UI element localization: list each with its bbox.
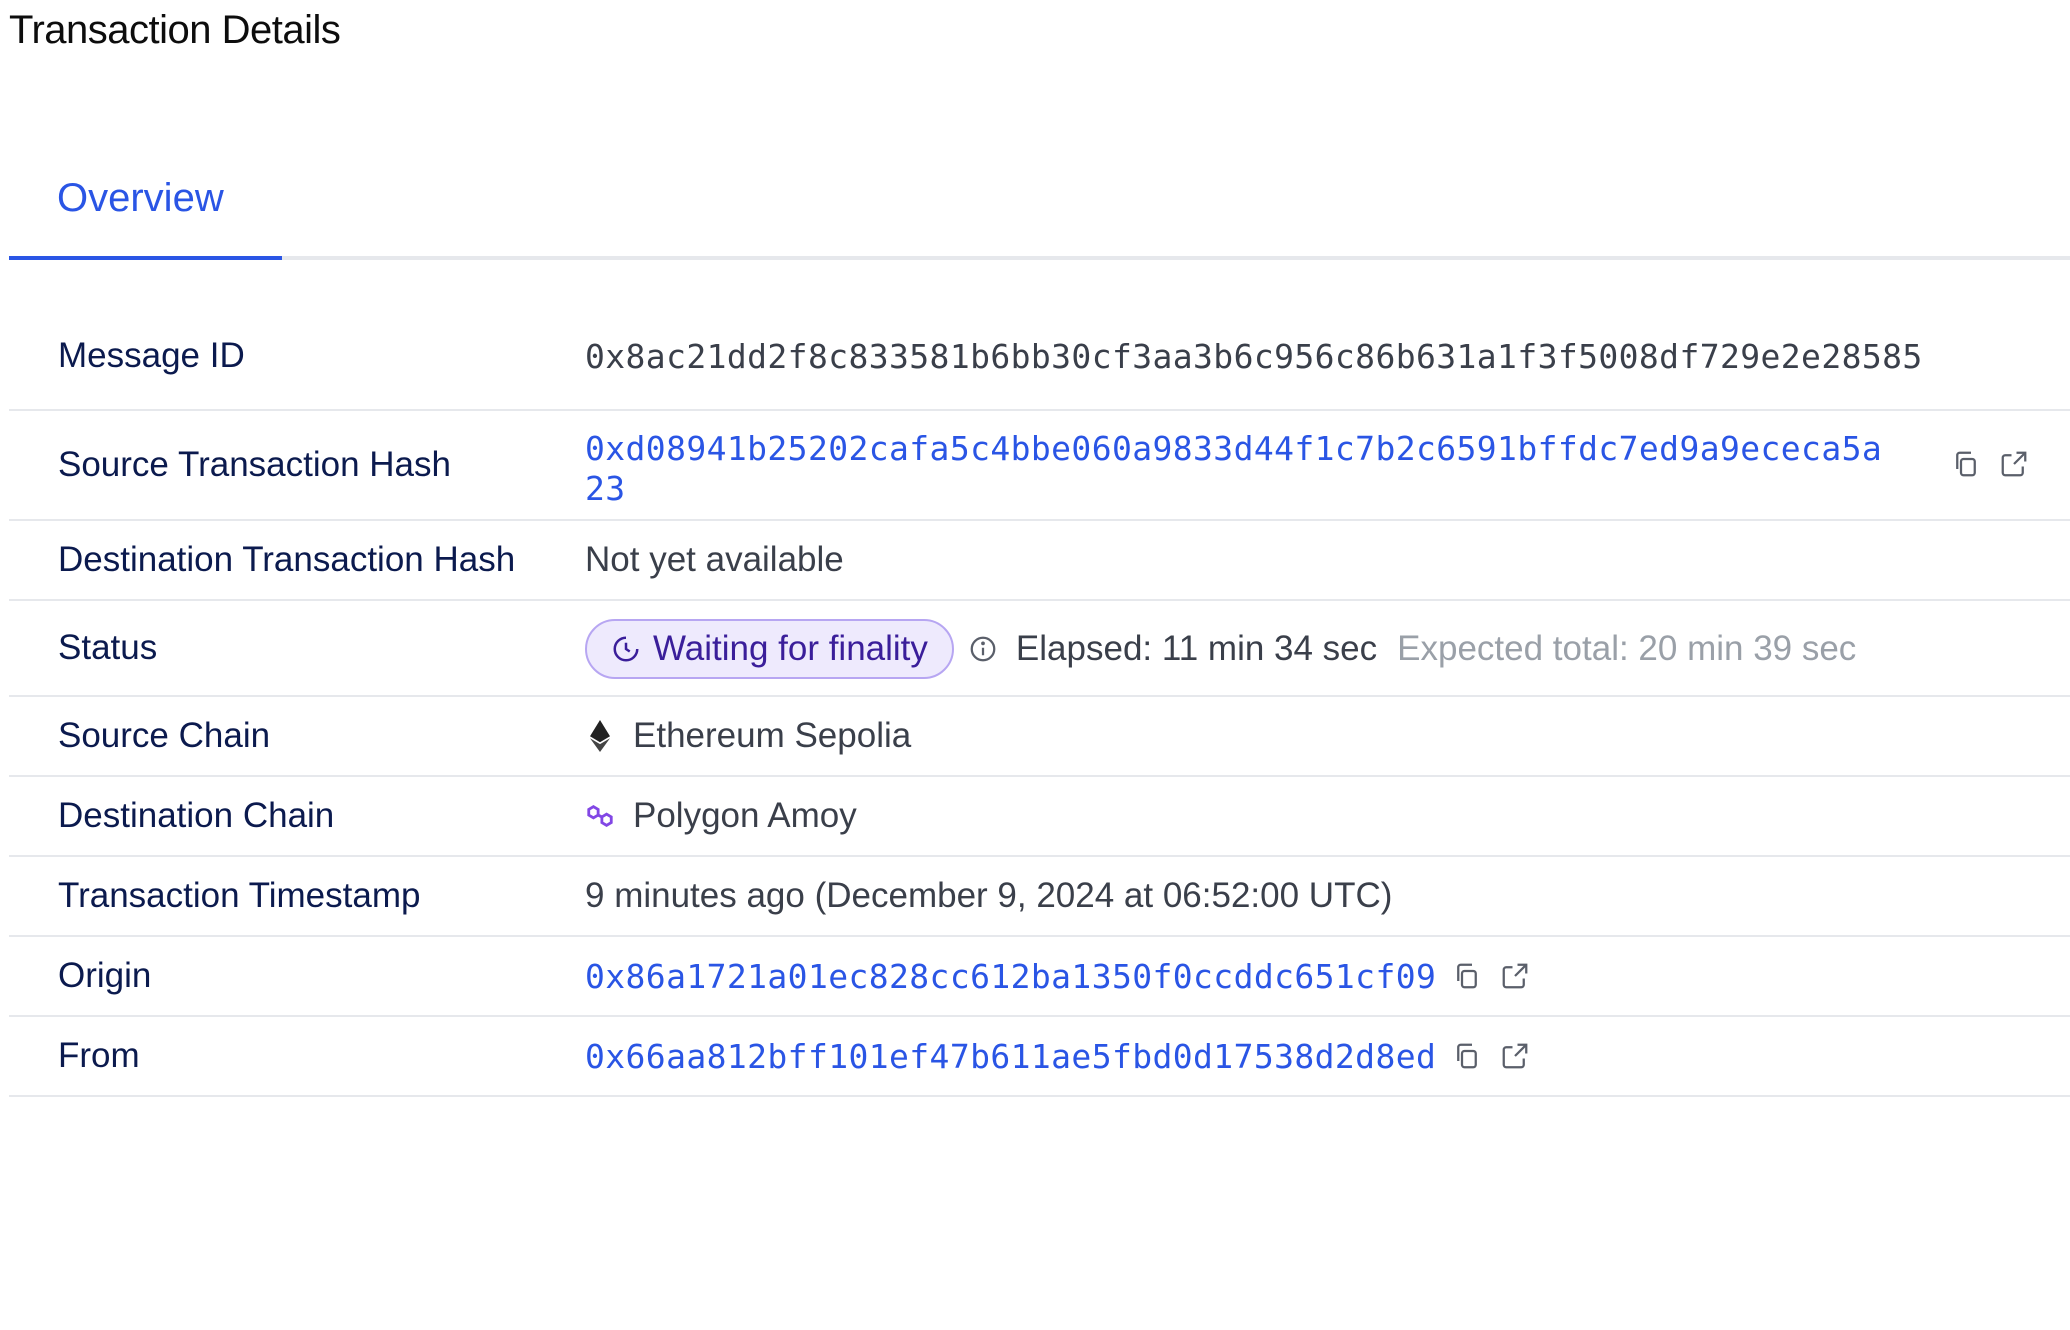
expected-total-time: Expected total: 20 min 39 sec	[1397, 629, 1857, 668]
row-label: Status	[58, 628, 158, 667]
message-id-value: 0x8ac21dd2f8c833581b6bb30cf3aa3b6c956c86…	[585, 336, 1923, 376]
copy-icon[interactable]	[1949, 447, 1983, 481]
details-list: Message ID 0x8ac21dd2f8c833581b6bb30cf3a…	[9, 303, 2070, 1097]
row-label: Destination Transaction Hash	[58, 540, 516, 579]
row-origin: Origin 0x86a1721a01ec828cc612ba1350f0ccd…	[9, 937, 2070, 1017]
copy-icon[interactable]	[1450, 1039, 1484, 1073]
timestamp-value: 9 minutes ago (December 9, 2024 at 06:52…	[585, 876, 1393, 915]
dest-chain-name: Polygon Amoy	[633, 796, 857, 835]
status-badge: Waiting for finality	[585, 619, 954, 679]
from-address-link[interactable]: 0x66aa812bff101ef47b611ae5fbd0d17538d2d8…	[585, 1037, 1436, 1076]
row-timestamp: Transaction Timestamp 9 minutes ago (Dec…	[9, 857, 2070, 937]
tab-overview[interactable]: Overview	[9, 160, 282, 260]
copy-icon[interactable]	[1450, 959, 1484, 993]
source-tx-hash-line1: 0xd08941b25202cafa5c4bbe060a9833d44f1c7b…	[585, 429, 1883, 468]
row-label: Transaction Timestamp	[58, 876, 421, 915]
source-chain-name: Ethereum Sepolia	[633, 716, 912, 755]
row-label: Message ID	[58, 336, 245, 375]
dest-tx-hash-value: Not yet available	[585, 540, 844, 579]
origin-address-link[interactable]: 0x86a1721a01ec828cc612ba1350f0ccddc651cf…	[585, 957, 1436, 996]
ethereum-icon	[585, 719, 615, 753]
source-tx-hash-line2: 23	[585, 469, 626, 508]
info-icon[interactable]	[968, 634, 998, 664]
clock-icon	[613, 636, 639, 662]
row-dest-chain: Destination Chain Polygon Amoy	[9, 777, 2070, 857]
external-link-icon[interactable]	[1498, 1039, 1532, 1073]
row-message-id: Message ID 0x8ac21dd2f8c833581b6bb30cf3a…	[9, 303, 2070, 411]
source-tx-hash-link[interactable]: 0xd08941b25202cafa5c4bbe060a9833d44f1c7b…	[585, 429, 1882, 509]
polygon-icon	[585, 799, 615, 833]
row-label: Source Transaction Hash	[58, 445, 451, 484]
row-dest-tx-hash: Destination Transaction Hash Not yet ava…	[9, 521, 2070, 601]
row-status: Status Waiting for finality Elapsed: 11 …	[9, 601, 2070, 697]
row-label: From	[58, 1036, 140, 1075]
external-link-icon[interactable]	[1997, 447, 2031, 481]
row-source-tx-hash: Source Transaction Hash 0xd08941b25202ca…	[9, 411, 2070, 521]
tab-bar: Overview	[9, 160, 2070, 260]
page-title: Transaction Details	[9, 8, 341, 52]
row-label: Origin	[58, 956, 152, 995]
external-link-icon[interactable]	[1498, 959, 1532, 993]
active-tab-indicator	[9, 256, 282, 260]
row-source-chain: Source Chain Ethereum Sepolia	[9, 697, 2070, 777]
row-label: Destination Chain	[58, 796, 335, 835]
elapsed-time: Elapsed: 11 min 34 sec	[1015, 629, 1378, 668]
row-from: From 0x66aa812bff101ef47b611ae5fbd0d1753…	[9, 1017, 2070, 1097]
row-label: Source Chain	[58, 716, 271, 755]
tab-overview-label: Overview	[57, 176, 224, 220]
status-badge-label: Waiting for finality	[653, 629, 928, 668]
